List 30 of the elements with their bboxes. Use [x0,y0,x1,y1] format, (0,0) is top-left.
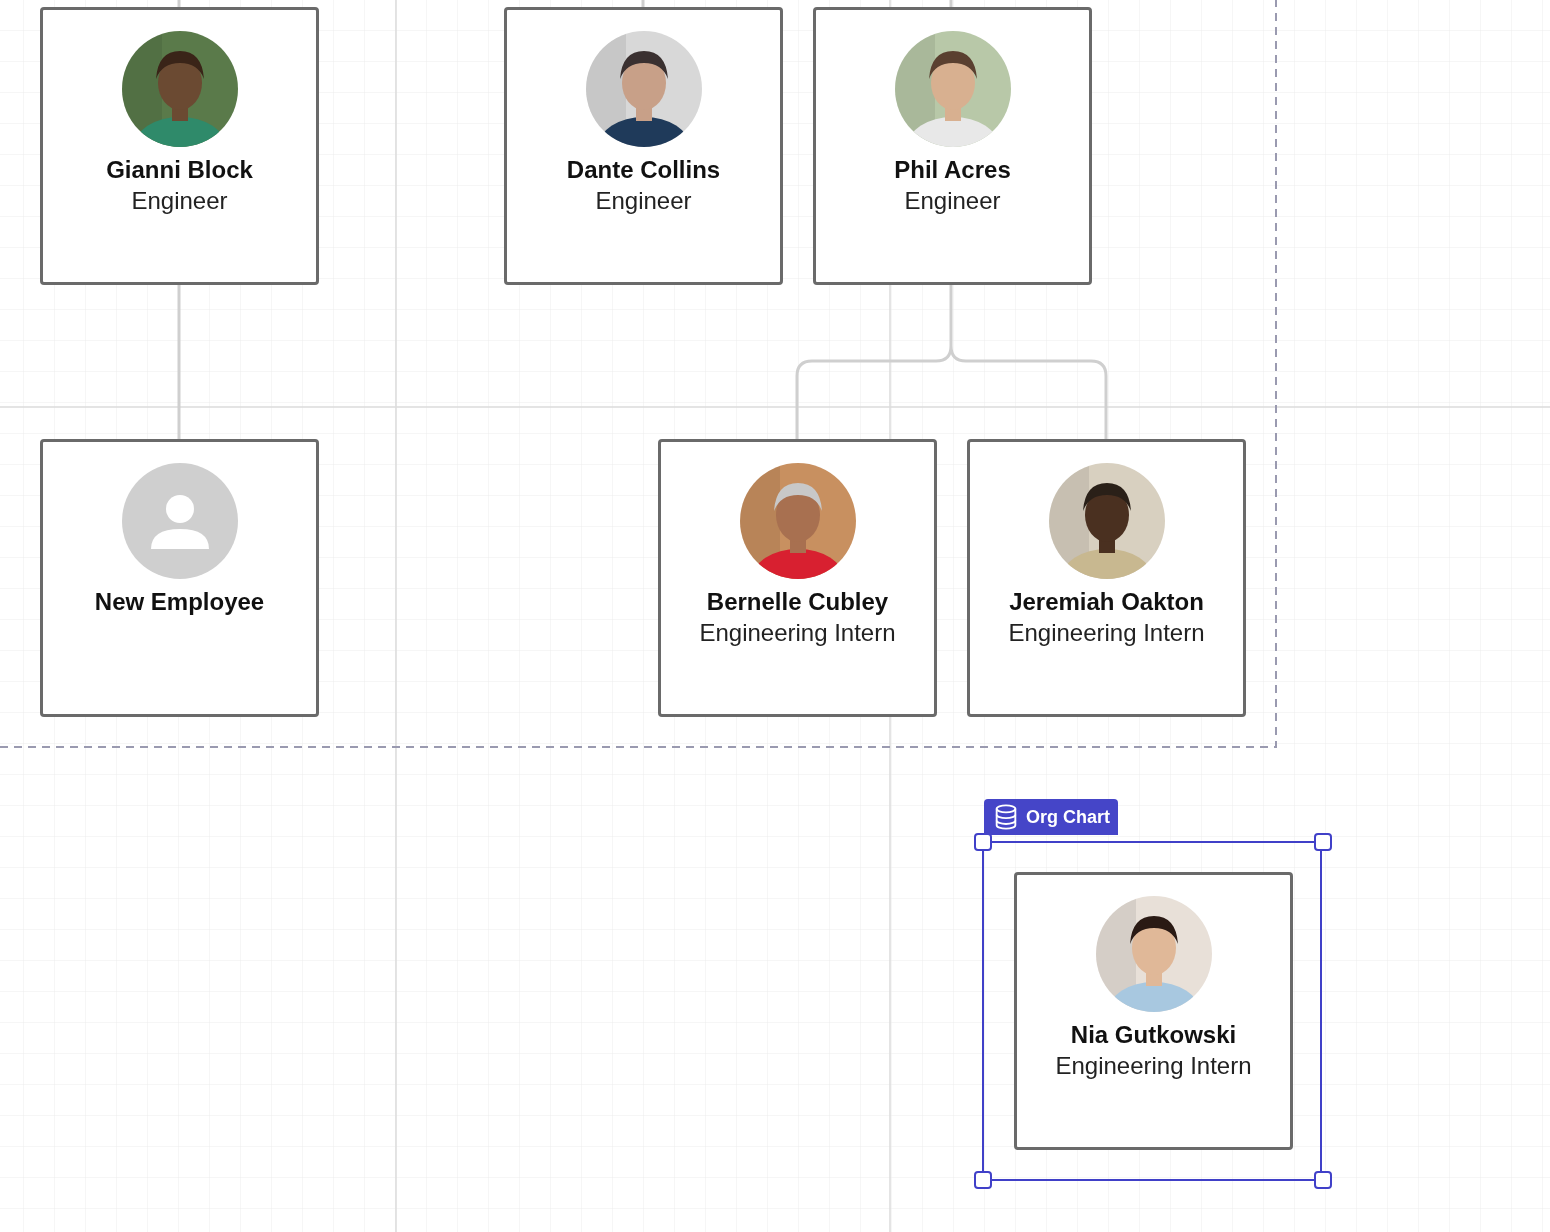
employee-card[interactable]: New Employee [40,439,319,717]
employee-name: New Employee [94,587,265,617]
connector-line [949,0,953,7]
employee-card[interactable]: Bernelle Cubley Engineering Intern [658,439,937,717]
resize-handle[interactable] [1314,833,1332,851]
resize-handle[interactable] [974,833,992,851]
employee-card[interactable]: Jeremiah Oakton Engineering Intern [967,439,1246,717]
employee-name: Gianni Block [106,155,253,185]
connector-line [177,0,181,7]
employee-card[interactable]: Gianni Block Engineer [40,7,319,285]
employee-card[interactable]: Dante Collins Engineer [504,7,783,285]
person-placeholder-icon [121,463,238,579]
employee-card[interactable]: Phil Acres Engineer [813,7,1092,285]
employee-title: Engineer [131,186,228,216]
employee-title: Engineering Intern [1055,1051,1252,1081]
resize-handle[interactable] [1314,1171,1332,1189]
selection-frame[interactable] [982,841,1322,1181]
employee-name: Jeremiah Oakton [1009,587,1204,617]
resize-handle[interactable] [974,1171,992,1189]
employee-name: Nia Gutkowski [1070,1020,1237,1050]
employee-name: Bernelle Cubley [706,587,889,617]
connector-line [641,0,645,7]
employee-title: Engineer [904,186,1001,216]
employee-title: Engineering Intern [699,618,896,648]
employee-title: Engineering Intern [1008,618,1205,648]
badge-label: Org Chart [1026,805,1110,829]
employee-name: Dante Collins [566,155,721,185]
employee-name: Phil Acres [894,155,1011,185]
employee-card[interactable]: Nia Gutkowski Engineering Intern [1014,872,1293,1150]
employee-title: Engineer [595,186,692,216]
